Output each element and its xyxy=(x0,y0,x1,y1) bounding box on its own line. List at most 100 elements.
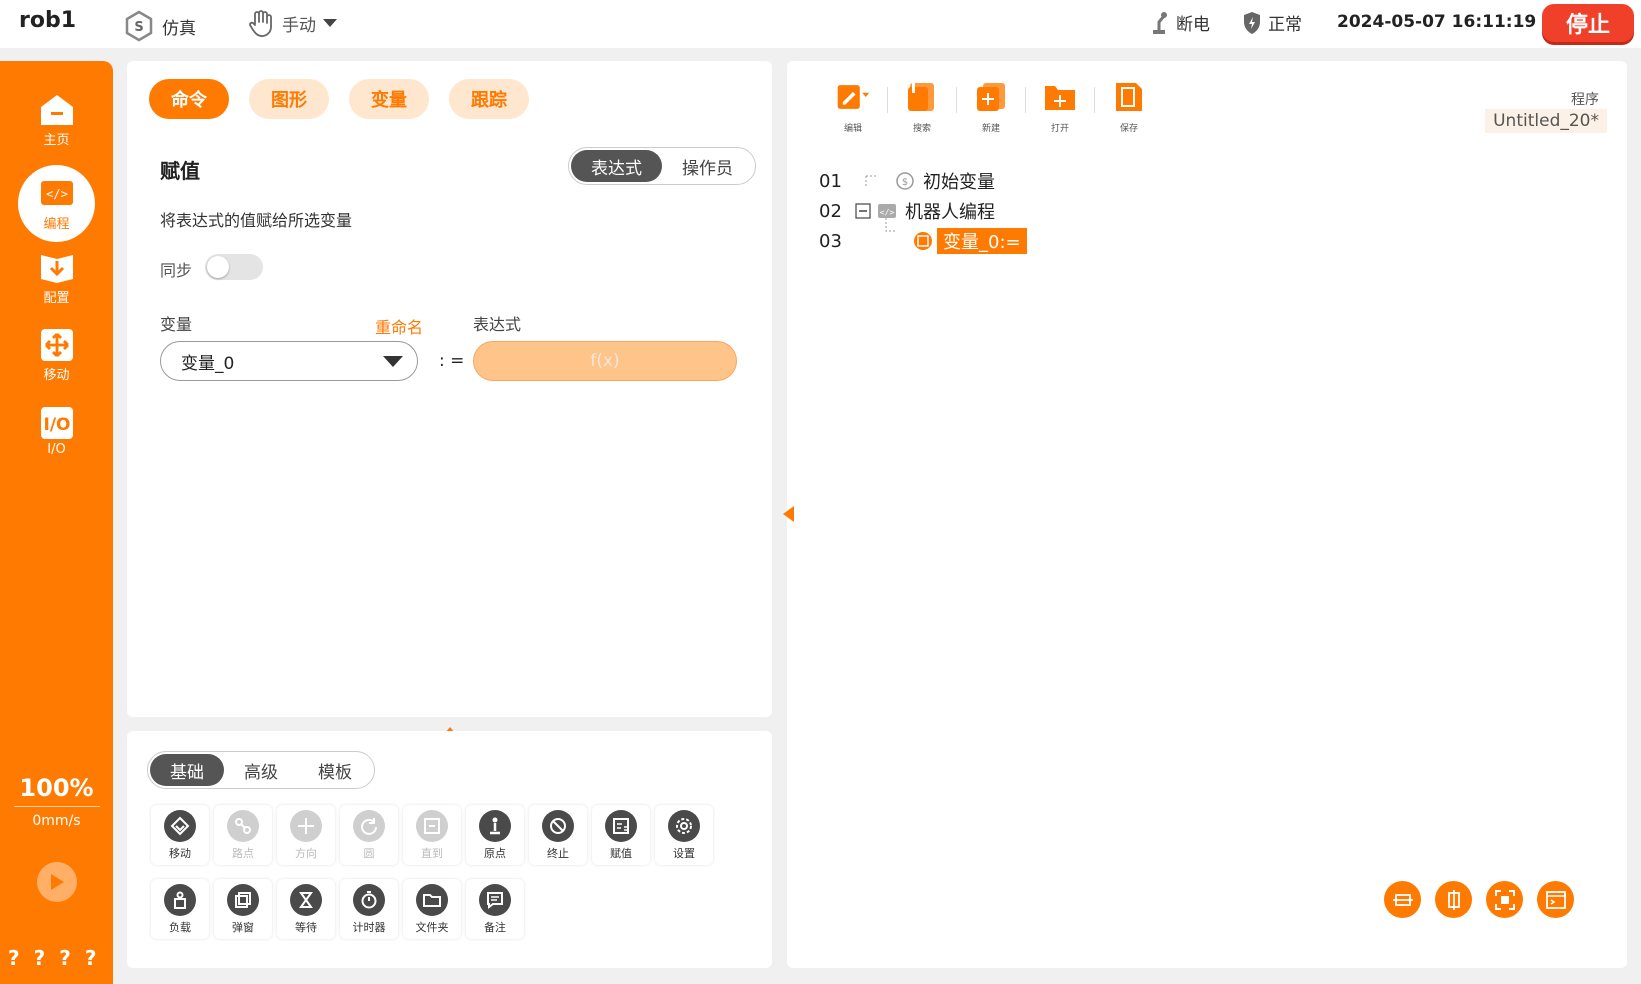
program-code-icon: </> xyxy=(877,202,897,220)
manual-mode-dropdown[interactable]: 手动 xyxy=(246,8,338,38)
home-icon xyxy=(38,91,76,129)
open-folder-icon xyxy=(1043,79,1077,115)
command-wait[interactable]: 等待 xyxy=(277,879,335,939)
command-circle[interactable]: 圆 xyxy=(340,805,398,865)
gear-icon xyxy=(668,810,700,842)
expression-input[interactable]: f(x) xyxy=(473,341,737,381)
tree-row-label: 初始变量 xyxy=(923,172,995,193)
expand-vertical-icon xyxy=(1447,889,1460,910)
command-payload[interactable]: 负载 xyxy=(151,879,209,939)
sidebar-item-move[interactable]: 移动 xyxy=(0,326,113,383)
command-panel: 命令 图形 变量 跟踪 表达式 操作员 赋值 将表达式的值赋给所选变量 同步 变… xyxy=(127,61,772,717)
top-bar: rob1 S 仿真 手动 断电 正常 2024-05-07 16:11:19 停… xyxy=(0,0,1641,48)
collapse-minus-icon[interactable] xyxy=(855,203,871,219)
tree-row[interactable]: 02 </> 机器人编程 xyxy=(819,198,995,224)
status-marks: ? ? ? ? xyxy=(8,946,96,970)
tab-basic[interactable]: 基础 xyxy=(150,754,224,786)
command-until[interactable]: 直到 xyxy=(403,805,461,865)
command-popup[interactable]: 弹窗 xyxy=(214,879,272,939)
command-label: 赋值 xyxy=(610,847,632,860)
command-waypoint[interactable]: 路点 xyxy=(214,805,272,865)
timer-icon xyxy=(353,884,385,916)
expand-vertical-button[interactable] xyxy=(1435,881,1472,918)
mode-option-operator[interactable]: 操作员 xyxy=(662,150,753,182)
io-icon: I/O xyxy=(38,404,76,442)
speed-percent: 100% xyxy=(19,774,94,802)
sidebar-item-home[interactable]: 主页 xyxy=(0,91,113,148)
expand-horizontal-button[interactable] xyxy=(1384,881,1421,918)
command-direction[interactable]: 方向 xyxy=(277,805,335,865)
toolbar-search-button[interactable]: 搜索 xyxy=(888,79,956,134)
command-label: 弹窗 xyxy=(232,921,254,934)
status-mark: ? xyxy=(8,946,20,970)
terminal-button[interactable] xyxy=(1537,881,1574,918)
variable-select[interactable]: 变量_0 xyxy=(160,341,418,381)
chevron-down-icon xyxy=(383,356,403,367)
tab-graphics[interactable]: 图形 xyxy=(249,79,329,119)
command-label: 设置 xyxy=(673,847,695,860)
toggle-knob xyxy=(207,256,229,278)
tab-commands[interactable]: 命令 xyxy=(149,79,229,119)
command-comment[interactable]: 备注 xyxy=(466,879,524,939)
fit-view-button[interactable] xyxy=(1486,881,1523,918)
tab-advanced[interactable]: 高级 xyxy=(224,754,298,786)
collapse-left-arrow-icon[interactable] xyxy=(783,506,794,522)
speed-divider xyxy=(13,806,100,807)
sidebar-item-programming[interactable]: </> 编程 xyxy=(18,165,95,242)
safety-status: 正常 xyxy=(1242,10,1302,35)
command-origin[interactable]: 原点 xyxy=(466,805,524,865)
command-move[interactable]: 移动 xyxy=(151,805,209,865)
svg-text:I/O: I/O xyxy=(43,415,70,435)
command-label: 备注 xyxy=(484,921,506,934)
command-label: 终止 xyxy=(547,847,569,860)
toolbar-label: 编辑 xyxy=(843,124,862,134)
simulation-label: 仿真 xyxy=(162,18,196,39)
toolbar-new-button[interactable]: 新建 xyxy=(957,79,1025,134)
command-label: 路点 xyxy=(232,847,254,860)
stop-sign-icon xyxy=(542,810,574,842)
program-label: 程序 xyxy=(1571,92,1599,108)
toolbar-save-button[interactable]: 保存 xyxy=(1095,79,1163,134)
command-label: 移动 xyxy=(169,847,191,860)
caret-down-icon xyxy=(323,19,337,27)
origin-icon xyxy=(479,810,511,842)
program-name: Untitled_20* xyxy=(1485,109,1607,133)
command-label: 圆 xyxy=(363,847,375,860)
power-label: 断电 xyxy=(1176,15,1210,35)
simulation-icon: S xyxy=(125,10,153,42)
expression-label: 表达式 xyxy=(473,315,522,334)
command-label: 方向 xyxy=(295,847,317,860)
command-stop[interactable]: 终止 xyxy=(529,805,587,865)
rename-link[interactable]: 重命名 xyxy=(375,314,423,338)
tree-row-selected[interactable]: 03 变量_0:= xyxy=(819,228,1027,254)
tab-variables[interactable]: 变量 xyxy=(349,79,429,119)
command-assign[interactable]: 赋值 xyxy=(592,805,650,865)
datetime: 2024-05-07 16:11:19 xyxy=(1337,12,1537,32)
stop-button[interactable]: 停止 xyxy=(1542,4,1634,42)
payload-icon xyxy=(164,884,196,916)
simulation-indicator[interactable]: S 仿真 xyxy=(124,10,196,42)
tab-template[interactable]: 模板 xyxy=(298,754,372,786)
sidebar-item-config[interactable]: 配置 xyxy=(0,249,113,306)
svg-text:</>: </> xyxy=(46,187,68,201)
speed-mms: 0mm/s xyxy=(32,813,81,829)
variable-label: 变量 xyxy=(160,315,193,334)
toolbar-edit-button[interactable]: 编辑 xyxy=(819,79,887,134)
until-icon xyxy=(416,810,448,842)
hourglass-icon xyxy=(290,884,322,916)
command-folder[interactable]: 文件夹 xyxy=(403,879,461,939)
command-timer[interactable]: 计时器 xyxy=(340,879,398,939)
command-settings[interactable]: 设置 xyxy=(655,805,713,865)
tree-row[interactable]: 01 $ 初始变量 xyxy=(819,168,995,194)
program-panel: 编辑 搜索 新建 打开 保存 程序 Untitled_20* 01 $ 初始变量… xyxy=(783,61,1627,968)
toolbar-open-button[interactable]: 打开 xyxy=(1026,79,1094,134)
play-button[interactable] xyxy=(37,862,77,902)
mode-option-expression[interactable]: 表达式 xyxy=(571,150,662,182)
assign-icon xyxy=(605,810,637,842)
hand-icon xyxy=(249,10,272,37)
sidebar-item-io[interactable]: I/O I/O xyxy=(0,404,113,457)
variable-select-value: 变量_0 xyxy=(181,353,235,374)
waypoint-icon xyxy=(227,810,259,842)
tab-trace[interactable]: 跟踪 xyxy=(449,79,529,119)
sync-toggle[interactable] xyxy=(205,254,263,280)
